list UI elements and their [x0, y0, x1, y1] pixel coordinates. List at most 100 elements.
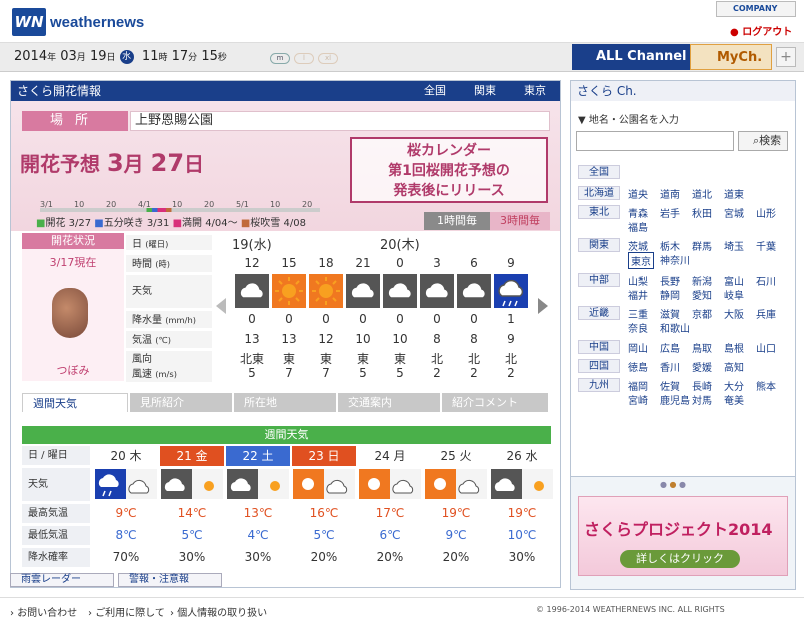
- pref-link[interactable]: 神奈川: [660, 252, 690, 267]
- pref-link[interactable]: 茨城: [628, 238, 648, 253]
- pref-link[interactable]: 新潟: [692, 273, 712, 288]
- weekly-label-high: 最高気温: [22, 504, 90, 524]
- pref-link[interactable]: 栃木: [660, 238, 680, 253]
- pref-link[interactable]: 道南: [660, 186, 680, 201]
- pref-link[interactable]: 山形: [756, 205, 776, 220]
- pref-link[interactable]: 東京: [628, 252, 654, 269]
- region-button[interactable]: 北海道: [578, 186, 620, 200]
- pref-link[interactable]: 広島: [660, 340, 680, 355]
- pref-link[interactable]: 宮崎: [628, 392, 648, 407]
- pref-link[interactable]: 青森: [628, 205, 648, 220]
- all-channel-tab[interactable]: ALL Channel: [572, 44, 690, 70]
- region-link-kanto[interactable]: 関東: [474, 81, 496, 101]
- pref-link[interactable]: 福岡: [628, 378, 648, 393]
- promo-details-button[interactable]: 詳しくはクリック: [620, 550, 740, 568]
- pref-link[interactable]: 富山: [724, 273, 744, 288]
- pref-link[interactable]: 岐阜: [724, 287, 744, 302]
- region-button[interactable]: 中国: [578, 340, 620, 354]
- region-link-tokyo[interactable]: 東京: [524, 81, 546, 101]
- prev-arrow-icon[interactable]: [216, 298, 226, 314]
- pref-link[interactable]: 三重: [628, 306, 648, 321]
- pref-link[interactable]: 香川: [660, 359, 680, 374]
- pref-link[interactable]: 高知: [724, 359, 744, 374]
- region-button[interactable]: 近畿: [578, 306, 620, 320]
- footer-link-privacy[interactable]: › 個人情報の取り扱い: [170, 604, 267, 619]
- weekly-day: 26 水: [490, 446, 554, 466]
- tab-highlights[interactable]: 見所紹介: [130, 393, 232, 412]
- pref-link[interactable]: 千葉: [756, 238, 776, 253]
- search-button[interactable]: ⌕検索: [738, 131, 788, 151]
- logout-link[interactable]: ● ログアウト: [730, 23, 792, 38]
- warnings-link[interactable]: 警報・注意報: [118, 573, 222, 587]
- tab-1hour[interactable]: 1時間毎: [424, 212, 490, 230]
- tab-comments[interactable]: 紹介コメント: [442, 393, 548, 412]
- sakura-calendar-banner[interactable]: 桜カレンダー 第1回桜開花予想の 発表後にリリース: [350, 137, 548, 203]
- pref-link[interactable]: 対馬: [692, 392, 712, 407]
- region-button[interactable]: 関東: [578, 238, 620, 252]
- pref-link[interactable]: 宮城: [724, 205, 744, 220]
- pref-link[interactable]: 兵庫: [756, 306, 776, 321]
- logo-mark[interactable]: WN: [12, 8, 46, 36]
- pref-link[interactable]: 静岡: [660, 287, 680, 302]
- hourly-wind-speed: 2: [507, 366, 515, 380]
- pref-link[interactable]: 鳥取: [692, 340, 712, 355]
- add-channel-button[interactable]: +: [776, 47, 796, 67]
- pref-link[interactable]: 岩手: [660, 205, 680, 220]
- region-link-national[interactable]: 全国: [424, 81, 446, 101]
- pref-link[interactable]: 秋田: [692, 205, 712, 220]
- pref-link[interactable]: 埼玉: [724, 238, 744, 253]
- pref-link[interactable]: 奄美: [724, 392, 744, 407]
- pref-link[interactable]: 福島: [628, 219, 648, 234]
- tab-access[interactable]: 交通案内: [338, 393, 440, 412]
- rain-radar-link[interactable]: 雨雲レーダー: [10, 573, 114, 587]
- region-button[interactable]: 九州: [578, 378, 620, 392]
- pref-link[interactable]: 福井: [628, 287, 648, 302]
- pref-link[interactable]: 島根: [724, 340, 744, 355]
- hourly-time: 21: [355, 256, 371, 270]
- pref-link[interactable]: 奈良: [628, 320, 648, 335]
- pref-link[interactable]: 山口: [756, 340, 776, 355]
- weekly-low: 9℃: [445, 528, 467, 542]
- pref-link[interactable]: 熊本: [756, 378, 776, 393]
- region-button[interactable]: 四国: [578, 359, 620, 373]
- pref-link[interactable]: 滋賀: [660, 306, 680, 321]
- tab-weekly-weather[interactable]: 週間天気: [22, 393, 128, 412]
- pref-link[interactable]: 道北: [692, 186, 712, 201]
- pref-link[interactable]: 愛知: [692, 287, 712, 302]
- company-link[interactable]: COMPANY: [716, 1, 796, 17]
- logo-text[interactable]: weathernews: [50, 14, 144, 31]
- pref-link[interactable]: 佐賀: [660, 378, 680, 393]
- next-arrow-icon[interactable]: [538, 298, 548, 314]
- pref-link[interactable]: 石川: [756, 273, 776, 288]
- pref-link[interactable]: 愛媛: [692, 359, 712, 374]
- font-size-xl-button[interactable]: xl: [318, 53, 338, 64]
- region-button[interactable]: 全国: [578, 165, 620, 179]
- pref-link[interactable]: 鹿児島: [660, 392, 690, 407]
- tab-3hour[interactable]: 3時間毎: [490, 212, 550, 230]
- pref-link[interactable]: 京都: [692, 306, 712, 321]
- tab-location[interactable]: 所在地: [234, 393, 336, 412]
- my-channel-tab[interactable]: MyCh.: [690, 44, 772, 70]
- pref-link[interactable]: 山梨: [628, 273, 648, 288]
- weekly-day: 23 日: [292, 446, 356, 466]
- search-input[interactable]: [576, 131, 734, 151]
- pref-link[interactable]: 道央: [628, 186, 648, 201]
- pref-link[interactable]: 大阪: [724, 306, 744, 321]
- weekly-label-date: 日 / 曜日: [22, 446, 90, 466]
- pref-link[interactable]: 長野: [660, 273, 680, 288]
- region-button[interactable]: 東北: [578, 205, 620, 219]
- font-size-l-button[interactable]: l: [294, 53, 314, 64]
- pref-link[interactable]: 群馬: [692, 238, 712, 253]
- footer-link-contact[interactable]: › お問い合わせ: [10, 604, 77, 619]
- carousel-dots[interactable]: ● ● ●: [660, 480, 686, 489]
- font-size-m-button[interactable]: m: [270, 53, 290, 64]
- pref-link[interactable]: 道東: [724, 186, 744, 201]
- pref-link[interactable]: 和歌山: [660, 320, 690, 335]
- hourly-wind-speed: 2: [433, 366, 441, 380]
- footer-link-terms[interactable]: › ご利用に際して: [88, 604, 165, 619]
- pref-link[interactable]: 徳島: [628, 359, 648, 374]
- pref-link[interactable]: 大分: [724, 378, 744, 393]
- pref-link[interactable]: 長崎: [692, 378, 712, 393]
- region-button[interactable]: 中部: [578, 273, 620, 287]
- pref-link[interactable]: 岡山: [628, 340, 648, 355]
